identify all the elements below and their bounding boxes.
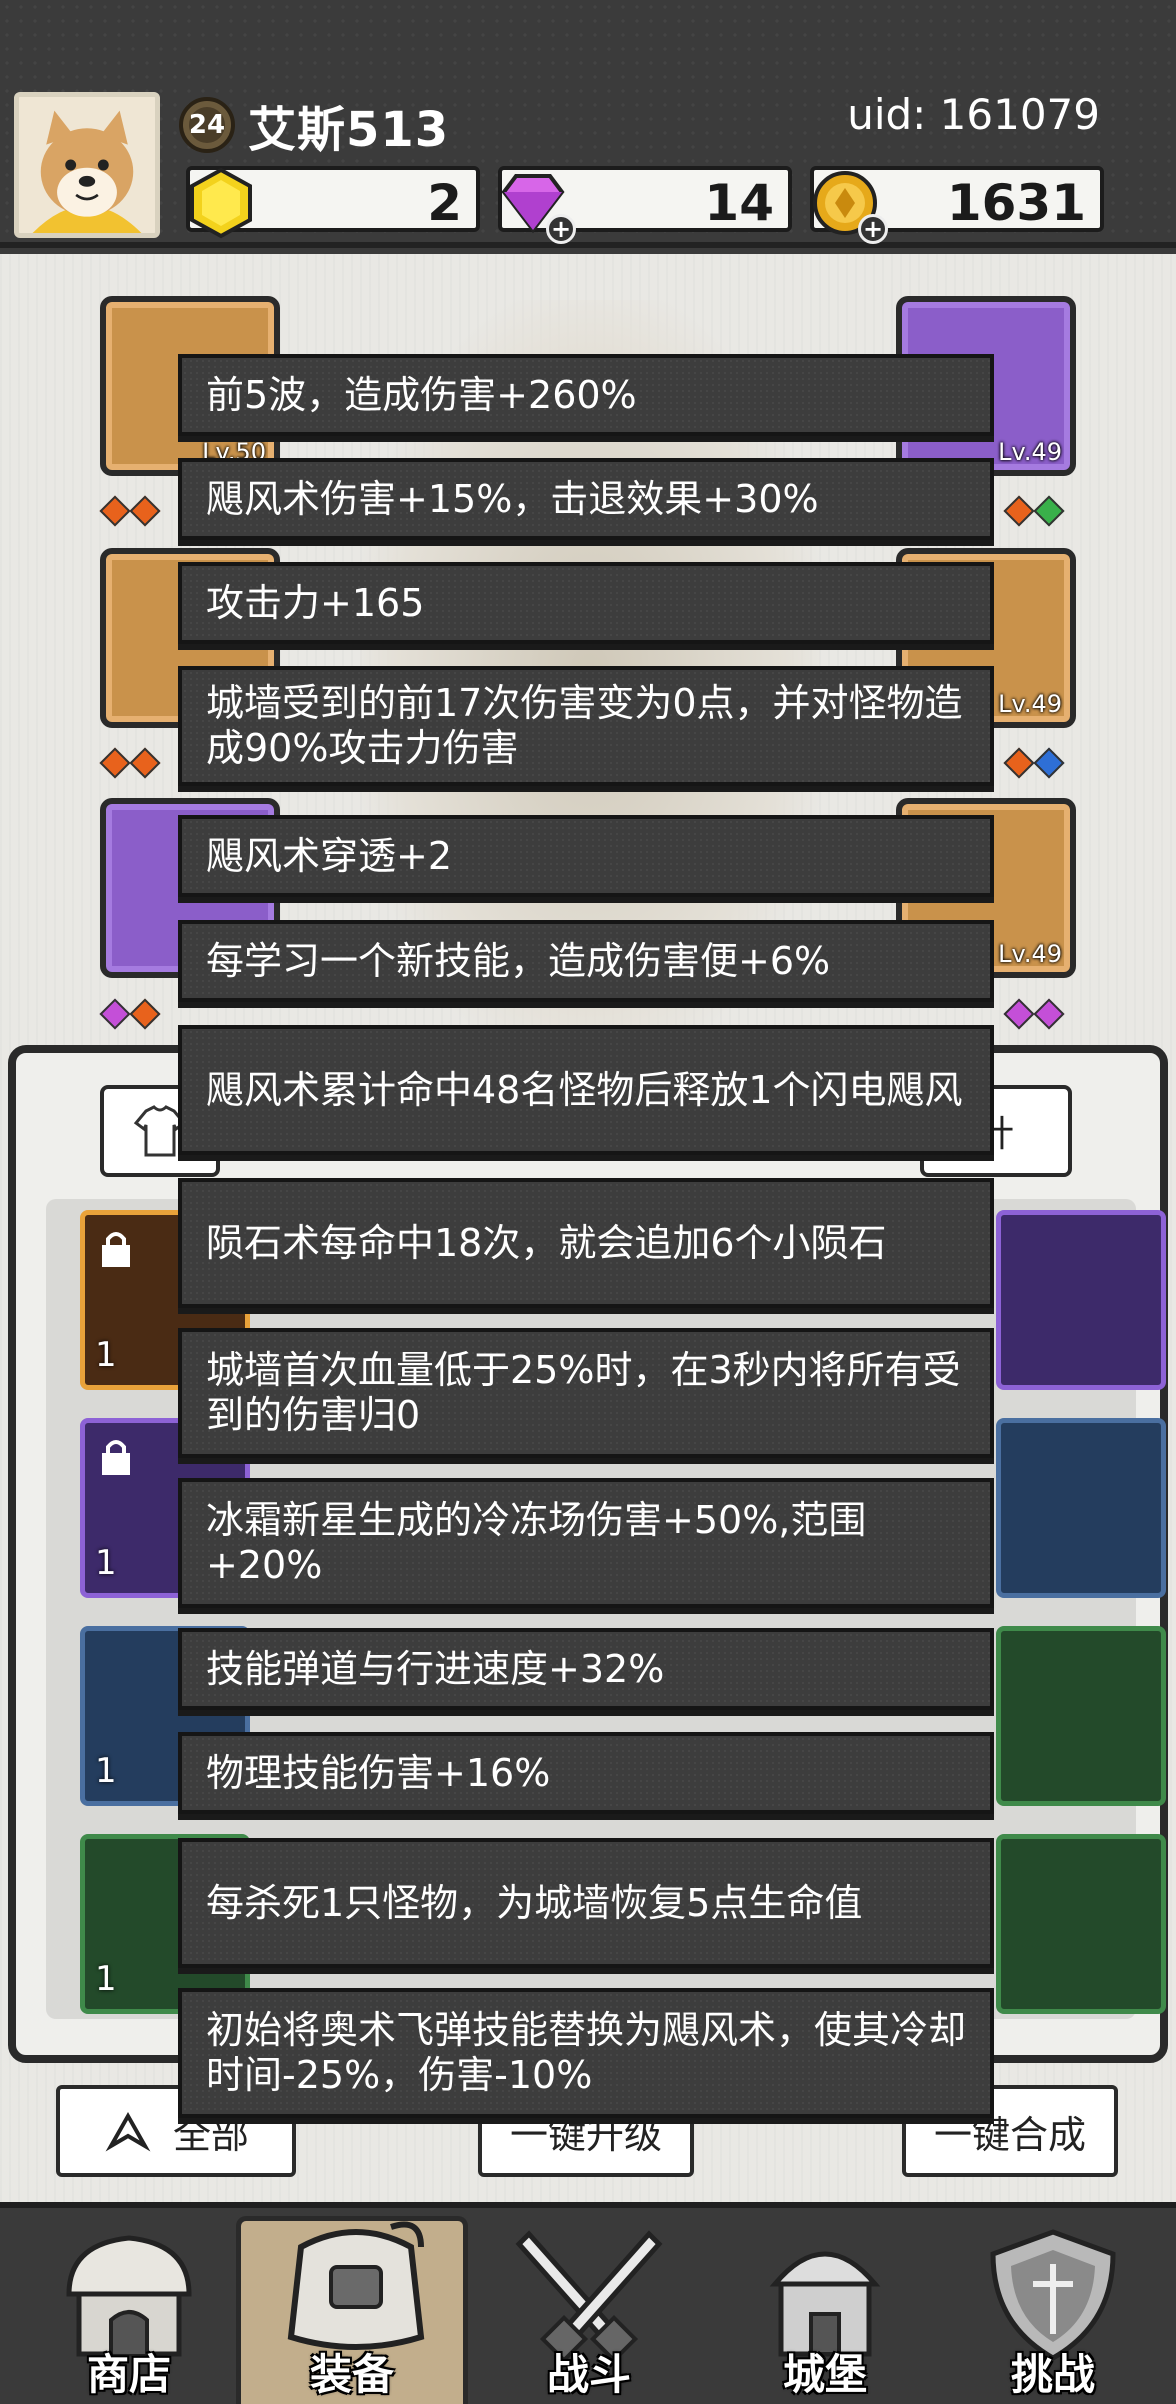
nav-equipment[interactable]: 装备 [236,2216,468,2404]
socket-gem-icon [129,495,161,527]
tooltip-text: 技能弹道与行进速度+32% [206,1646,665,1691]
gem-sockets [1003,495,1065,528]
socket-gem-icon [129,747,161,779]
tooltip-text: 前5波，造成伤害+260% [206,372,637,417]
backpack-icon [287,2221,425,2350]
nav-battle-label: 战斗 [546,2350,631,2399]
nav-castle-label: 城堡 [782,2350,867,2399]
socket-gem-icon [99,998,131,1030]
socket-gem-icon [1003,495,1035,527]
tooltip-text: 每杀死1只怪物，为城墙恢复5点生命值 [206,1880,863,1925]
tooltip-text: 每学习一个新技能，造成伤害便+6% [206,938,831,983]
skill-tooltip: 城墙首次血量低于25%时，在3秒内将所有受到的伤害归0 [178,1328,994,1458]
chevron-up-icon [105,2111,151,2152]
nav-equipment-label: 装备 [309,2350,394,2399]
tooltip-text: 冰霜新星生成的冷冻场伤害+50%,范围+20% [206,1498,867,1587]
tooltip-text: 飓风术伤害+15%，击退效果+30% [206,476,819,521]
inventory-card[interactable] [996,1834,1166,2014]
item-count: 1 [95,1751,117,1791]
nav-challenge-label: 挑战 [1010,2350,1095,2399]
nav-battle[interactable]: 战斗 [484,2216,694,2404]
inventory-card[interactable] [996,1418,1166,1598]
gem-sockets [99,747,161,780]
gem-counter[interactable]: + 14 [498,166,792,244]
socket-gem-icon [1033,998,1065,1030]
gem-sockets [1003,998,1065,1031]
equip-level: Lv.49 [998,438,1062,466]
skill-tooltip: 冰霜新星生成的冷冻场伤害+50%,范围+20% [178,1478,994,1608]
tooltip-text: 初始将奥术飞弹技能替换为飓风术，使其冷却时间-25%，伤害-10% [206,2008,967,2097]
tooltip-text: 陨石术每命中18次，就会追加6个小陨石 [206,1220,887,1265]
energy-value: 2 [427,174,462,232]
socket-gem-icon [99,747,131,779]
gem-sockets [99,495,161,528]
energy-counter[interactable]: 2 [186,166,480,239]
add-gems-plus-icon[interactable]: + [546,214,576,244]
item-count: 1 [95,1959,117,1999]
gem-sockets [99,998,161,1031]
tooltip-text: 城墙受到的前17次伤害变为0点，并对怪物造成90%攻击力伤害 [206,681,963,770]
inventory-card[interactable] [996,1210,1166,1390]
nav-challenge[interactable]: 挑战 [948,2216,1158,2404]
nav-castle[interactable]: 城堡 [720,2216,930,2404]
coin-value: 1631 [946,174,1086,232]
tooltip-text: 城墙首次血量低于25%时，在3秒内将所有受到的伤害归0 [206,1348,961,1437]
socket-gem-icon [1003,998,1035,1030]
tooltip-text: 飓风术穿透+2 [206,833,453,878]
skill-tooltip: 初始将奥术飞弹技能替换为飓风术，使其冷却时间-25%，伤害-10% [178,1988,994,2118]
gem-sockets [1003,747,1065,780]
shiba-dog-avatar-icon [19,97,155,233]
socket-gem-icon [129,998,161,1030]
skill-tooltip: 前5波，造成伤害+260% [178,354,994,436]
socket-gem-icon [1003,747,1035,779]
bottom-navigation: 商店 装备 战斗 城堡 挑战 [0,2202,1176,2404]
skill-tooltip: 城墙受到的前17次伤害变为0点，并对怪物造成90%攻击力伤害 [178,666,994,786]
player-uid: uid: 161079 [847,90,1100,139]
skill-tooltip: 飓风术累计命中48名怪物后释放1个闪电飓风 [178,1025,994,1155]
gem-value: 14 [704,174,774,232]
energy-hexagon-icon [190,167,252,239]
socket-gem-icon [99,495,131,527]
lock-icon [102,1232,130,1267]
nav-shop[interactable]: 商店 [24,2216,234,2404]
nav-shop-label: 商店 [86,2350,171,2399]
add-coins-plus-icon[interactable]: + [858,214,888,244]
item-count: 1 [95,1543,117,1583]
skill-tooltip: 飓风术伤害+15%，击退效果+30% [178,458,994,540]
tooltip-text: 飓风术累计命中48名怪物后释放1个闪电飓风 [206,1067,963,1112]
inventory-card[interactable] [996,1626,1166,1806]
item-count: 1 [95,1335,117,1375]
socket-gem-icon [1033,747,1065,779]
tooltip-text: 攻击力+165 [206,580,425,625]
equip-level: Lv.49 [998,690,1062,718]
skill-tooltip: 每学习一个新技能，造成伤害便+6% [178,920,994,1002]
tooltip-text: 物理技能伤害+16% [206,1750,551,1795]
socket-gem-icon [1033,495,1065,527]
top-bar: 24 艾斯513 uid: 161079 2 + 14 + 1631 [0,0,1176,248]
lock-icon [102,1440,130,1475]
player-level: 24 [188,110,226,140]
coin-counter[interactable]: + 1631 [810,166,1104,244]
player-name: 艾斯513 [248,102,450,158]
skill-tooltip: 攻击力+165 [178,562,994,644]
skill-tooltip: 每杀死1只怪物，为城墙恢复5点生命值 [178,1838,994,1968]
skill-tooltip: 飓风术穿透+2 [178,815,994,897]
skill-tooltip: 陨石术每命中18次，就会追加6个小陨石 [178,1178,994,1308]
skill-tooltip: 物理技能伤害+16% [178,1732,994,1814]
player-avatar[interactable] [14,92,160,238]
skill-tooltip: 技能弹道与行进速度+32% [178,1628,994,1710]
player-level-badge: 24 [178,96,236,154]
equip-level: Lv.49 [998,940,1062,968]
